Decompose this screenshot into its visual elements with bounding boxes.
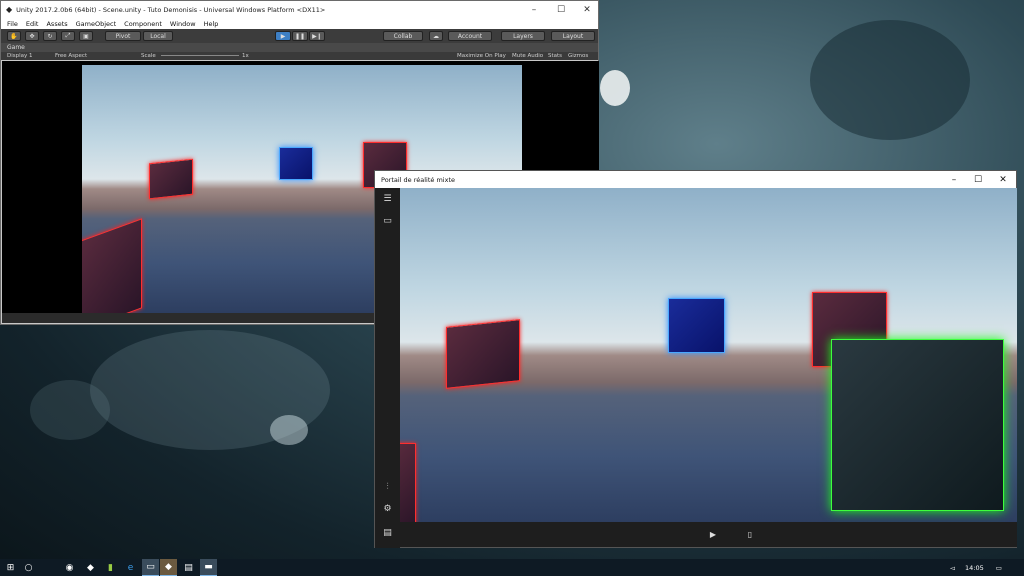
collab-label: Collab bbox=[393, 32, 413, 40]
chrome-icon[interactable]: ◉ bbox=[61, 559, 78, 576]
unity-window-title: Unity 2017.2.0b6 (64bit) - Scene.unity -… bbox=[16, 5, 326, 14]
system-tray: ◅ 14:05 ▭ bbox=[950, 559, 1002, 576]
red-cube bbox=[149, 158, 193, 200]
edge-icon[interactable]: e bbox=[122, 559, 139, 576]
app-icon[interactable]: ▮ bbox=[102, 559, 119, 576]
maximize-on-play-toggle[interactable]: Maximize On Play bbox=[457, 53, 506, 59]
taskbar-clock[interactable]: 14:05 bbox=[965, 564, 984, 572]
hand-tool-icon[interactable]: ✋ bbox=[7, 31, 21, 41]
aspect-dropdown[interactable]: Free Aspect bbox=[55, 53, 87, 59]
layout-dropdown[interactable]: Layout bbox=[551, 31, 595, 41]
portal-scene bbox=[400, 188, 1017, 523]
menu-gameobject[interactable]: GameObject bbox=[76, 20, 117, 28]
rotate-tool-icon[interactable]: ↻ bbox=[43, 31, 57, 41]
red-cube bbox=[446, 319, 520, 389]
tab-game[interactable]: Game bbox=[1, 43, 598, 52]
stats-toggle[interactable]: Stats bbox=[548, 53, 562, 59]
notification-icon[interactable]: ▭ bbox=[996, 564, 1002, 572]
volume-icon[interactable]: ◅ bbox=[950, 564, 955, 572]
rect-tool-icon[interactable]: ▣ bbox=[79, 31, 93, 41]
portal-window-title: Portail de réalité mixte bbox=[381, 175, 456, 184]
menu-component[interactable]: Component bbox=[124, 20, 162, 28]
play-button[interactable]: ▶ bbox=[275, 31, 291, 41]
maximize-icon[interactable]: ☐ bbox=[966, 171, 990, 188]
video-capture-icon[interactable]: ▶ bbox=[706, 527, 720, 541]
pivot-toggle[interactable]: Pivot bbox=[105, 31, 141, 41]
blue-cube bbox=[279, 147, 313, 180]
minimize-icon[interactable]: – bbox=[521, 1, 547, 18]
local-label: Local bbox=[150, 32, 166, 40]
layout-label: Layout bbox=[562, 32, 584, 40]
menu-help[interactable]: Help bbox=[204, 20, 219, 28]
portal-bottom-bar: ▶ ▯ bbox=[400, 522, 1017, 547]
headset-icon[interactable]: ▭ bbox=[375, 214, 400, 228]
layers-label: Layers bbox=[513, 32, 533, 40]
unity-menu-bar: File Edit Assets GameObject Component Wi… bbox=[1, 18, 598, 29]
step-button[interactable]: ▶❙ bbox=[309, 31, 325, 41]
windows-taskbar: ⊞ ○ ◉ ◆ ▮ e ▭ ◆ ▤ ▬ ◅ 14:05 ▭ bbox=[0, 559, 1024, 576]
cortana-icon[interactable]: ○ bbox=[20, 559, 37, 576]
game-view-controls: Display 1 Free Aspect Scale 1x Maximize … bbox=[1, 52, 598, 60]
portal-sidebar: ☰ ▭ ⫶ ⚙ ▤ bbox=[375, 188, 400, 548]
menu-edit[interactable]: Edit bbox=[26, 20, 39, 28]
mixed-reality-taskbar-icon[interactable]: ▭ bbox=[142, 559, 159, 576]
game-tab-label: Game bbox=[7, 44, 25, 51]
unity-active-taskbar-icon[interactable]: ◆ bbox=[160, 559, 177, 576]
move-tool-icon[interactable]: ✥ bbox=[25, 31, 39, 41]
account-label: Account bbox=[457, 32, 483, 40]
local-toggle[interactable]: Local bbox=[143, 31, 173, 41]
close-icon[interactable]: ✕ bbox=[574, 1, 600, 18]
close-icon[interactable]: ✕ bbox=[991, 171, 1015, 188]
red-cube bbox=[82, 218, 142, 313]
unity-taskbar-icon[interactable]: ◆ bbox=[82, 559, 99, 576]
pause-button[interactable]: ❚❚ bbox=[292, 31, 308, 41]
mixed-reality-portal-window: Portail de réalité mixte – ☐ ✕ ☰ ▭ ⫶ ⚙ ▤… bbox=[374, 170, 1017, 548]
scale-label: Scale bbox=[141, 53, 156, 59]
start-button-icon[interactable]: ⊞ bbox=[2, 559, 19, 576]
display-dropdown[interactable]: Display 1 bbox=[7, 53, 33, 59]
layers-dropdown[interactable]: Layers bbox=[501, 31, 545, 41]
green-cube bbox=[831, 339, 1004, 511]
scale-tool-icon[interactable]: ⤢ bbox=[61, 31, 75, 41]
gizmos-dropdown[interactable]: Gizmos bbox=[568, 53, 588, 59]
unity-toolbar: ✋ ✥ ↻ ⤢ ▣ Pivot Local ▶ ❚❚ ▶❙ Collab ☁ A… bbox=[1, 29, 598, 43]
view-mode-icon[interactable]: ▯ bbox=[743, 527, 757, 541]
maximize-icon[interactable]: ☐ bbox=[548, 1, 574, 18]
scale-value: 1x bbox=[242, 53, 249, 59]
pivot-label: Pivot bbox=[115, 32, 131, 40]
minimize-icon[interactable]: – bbox=[942, 171, 966, 188]
mute-audio-toggle[interactable]: Mute Audio bbox=[512, 53, 543, 59]
hamburger-menu-icon[interactable]: ☰ bbox=[375, 192, 400, 206]
portal-active-taskbar-icon[interactable]: ▬ bbox=[200, 559, 217, 576]
document-icon[interactable]: ▤ bbox=[180, 559, 197, 576]
menu-file[interactable]: File bbox=[7, 20, 18, 28]
account-dropdown[interactable]: Account bbox=[448, 31, 492, 41]
blue-cube bbox=[668, 298, 725, 353]
unity-title-bar: ◆ Unity 2017.2.0b6 (64bit) - Scene.unity… bbox=[1, 1, 598, 18]
menu-window[interactable]: Window bbox=[170, 20, 196, 28]
scale-slider[interactable] bbox=[161, 55, 239, 56]
tools-icon[interactable]: ⫶ bbox=[375, 480, 400, 494]
collab-dropdown[interactable]: Collab bbox=[383, 31, 423, 41]
red-cube bbox=[400, 443, 416, 523]
unity-logo-icon: ◆ bbox=[6, 5, 13, 14]
menu-assets[interactable]: Assets bbox=[46, 20, 67, 28]
settings-gear-icon[interactable]: ⚙ bbox=[375, 502, 400, 516]
portal-title-bar: Portail de réalité mixte – ☐ ✕ bbox=[375, 171, 1016, 188]
cloud-icon[interactable]: ☁ bbox=[429, 31, 443, 41]
store-icon[interactable]: ▤ bbox=[375, 526, 400, 540]
